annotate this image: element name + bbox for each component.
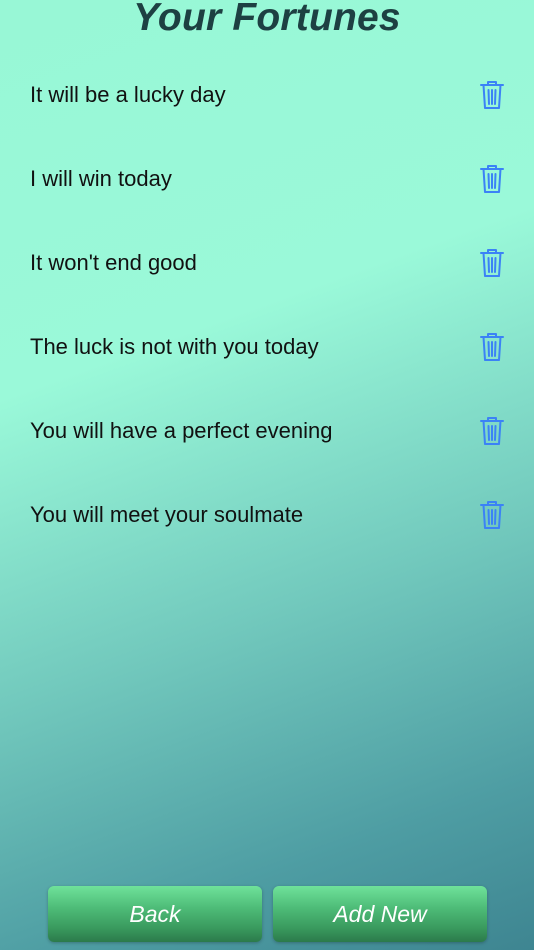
list-item: You will meet your soulmate: [0, 473, 534, 557]
list-item: I will win today: [0, 137, 534, 221]
page-title: Your Fortunes: [133, 0, 401, 39]
trash-icon[interactable]: [479, 248, 505, 278]
fortune-list: It will be a lucky day I will win today: [0, 53, 534, 557]
back-button[interactable]: Back: [48, 886, 262, 942]
list-item: You will have a perfect evening: [0, 389, 534, 473]
fortune-text: You will have a perfect evening: [30, 418, 333, 443]
fortune-text: The luck is not with you today: [30, 334, 319, 359]
list-item: It won't end good: [0, 221, 534, 305]
fortune-text: I will win today: [30, 166, 172, 191]
trash-icon[interactable]: [479, 332, 505, 362]
list-item: It will be a lucky day: [0, 53, 534, 137]
fortune-text: It will be a lucky day: [30, 82, 226, 107]
trash-icon[interactable]: [479, 500, 505, 530]
add-new-button[interactable]: Add New: [273, 886, 487, 942]
trash-icon[interactable]: [479, 164, 505, 194]
fortune-text: It won't end good: [30, 250, 197, 275]
fortune-text: You will meet your soulmate: [30, 502, 304, 527]
trash-icon[interactable]: [479, 416, 505, 446]
trash-icon[interactable]: [479, 80, 505, 110]
list-item: The luck is not with you today: [0, 305, 534, 389]
